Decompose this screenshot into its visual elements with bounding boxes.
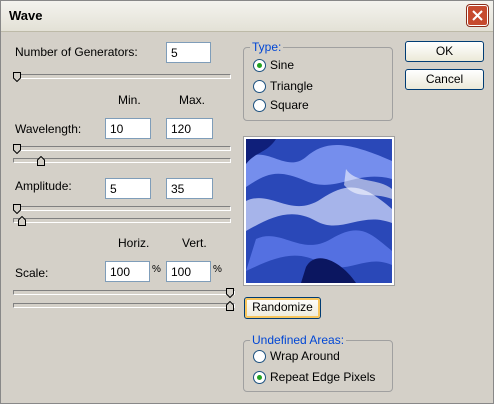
amplitude-min-field[interactable]	[105, 178, 151, 199]
wave-dialog: Wave Number of Generators: Min. Max. Wav…	[0, 0, 494, 404]
radio-circle	[253, 371, 266, 384]
ok-button[interactable]: OK	[405, 41, 484, 62]
max-column-label: Max.	[179, 93, 206, 107]
radio-circle	[253, 99, 266, 112]
close-button[interactable]	[467, 5, 488, 26]
scale-vert-slider[interactable]	[13, 301, 235, 311]
generators-slider[interactable]	[13, 72, 231, 82]
randomize-button[interactable]: Randomize	[244, 297, 321, 319]
cancel-button[interactable]: Cancel	[405, 69, 484, 90]
radio-label: Sine	[270, 58, 295, 72]
scale-horiz-slider[interactable]	[13, 288, 235, 298]
title-bar: Wave	[1, 1, 493, 32]
scale-vert-field[interactable]	[166, 261, 211, 282]
radio-circle	[253, 350, 266, 363]
slider-thumb[interactable]	[13, 204, 21, 214]
slider-thumb[interactable]	[37, 156, 45, 166]
radio-label: Wrap Around	[270, 349, 340, 363]
vert-column-label: Vert.	[182, 236, 207, 250]
horiz-column-label: Horiz.	[118, 236, 150, 250]
scale-horiz-field[interactable]	[105, 261, 150, 282]
radio-dot	[257, 375, 262, 380]
amplitude-min-slider[interactable]	[13, 204, 231, 214]
window-title: Wave	[9, 8, 43, 23]
amplitude-max-field[interactable]	[166, 178, 213, 199]
amplitude-max-slider[interactable]	[13, 216, 231, 226]
scale-vert-unit: %	[213, 264, 222, 275]
undefined-areas-title: Undefined Areas:	[250, 333, 347, 347]
slider-thumb[interactable]	[226, 288, 234, 298]
type-group-title: Type:	[250, 40, 284, 54]
wavelength-max-slider[interactable]	[13, 156, 231, 166]
radio-circle	[253, 80, 266, 93]
slider-thumb[interactable]	[18, 216, 26, 226]
undefined-areas-group	[243, 340, 393, 392]
generators-label: Number of Generators:	[15, 45, 138, 59]
scale-horiz-unit: %	[152, 264, 161, 275]
wave-preview	[243, 136, 395, 286]
radio-label: Square	[270, 98, 309, 112]
wavelength-min-slider[interactable]	[13, 144, 231, 154]
scale-label: Scale:	[15, 266, 49, 280]
slider-thumb[interactable]	[226, 301, 234, 311]
radio-circle	[253, 59, 266, 72]
min-column-label: Min.	[118, 93, 141, 107]
wavelength-max-field[interactable]	[166, 118, 213, 139]
wavelength-label: Wavelength:	[15, 122, 82, 136]
radio-dot	[257, 63, 262, 68]
amplitude-label: Amplitude:	[15, 179, 72, 193]
radio-label: Repeat Edge Pixels	[270, 370, 376, 384]
radio-label: Triangle	[270, 79, 313, 93]
wave-preview-image	[246, 139, 392, 283]
wavelength-min-field[interactable]	[105, 118, 151, 139]
slider-thumb[interactable]	[13, 144, 21, 154]
slider-thumb[interactable]	[13, 72, 21, 82]
generators-field[interactable]	[166, 42, 211, 63]
close-icon	[472, 10, 483, 21]
